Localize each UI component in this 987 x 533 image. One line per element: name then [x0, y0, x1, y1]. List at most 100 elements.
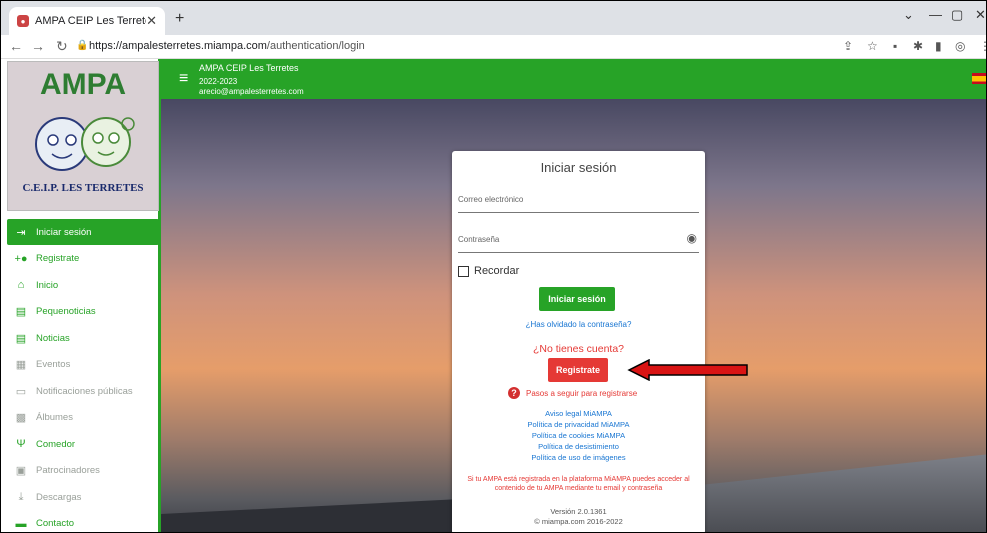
tab-bar: ● AMPA CEIP Les Terretes ✕ + ⌄ — ▢ ✕ — [1, 1, 986, 35]
sidebar-item-label: Pequenoticias — [36, 306, 96, 317]
minimize-icon[interactable]: — — [929, 7, 942, 22]
sidepanel-icon[interactable]: ▮ — [935, 39, 942, 53]
sidebar-item-registrate[interactable]: +● Registrate — [7, 246, 159, 272]
building-shape — [691, 454, 986, 532]
calendar-icon: ▦ — [15, 359, 27, 371]
copyright-text[interactable]: © miampa.com 2016-2022 — [452, 517, 705, 527]
reload-icon[interactable]: ↻ — [56, 38, 68, 55]
puzzle-icon[interactable]: ✱ — [913, 39, 923, 53]
sidebar-item-label: Registrate — [36, 253, 80, 264]
login-card: Iniciar sesión Correo electrónico Contra… — [452, 151, 705, 532]
sidebar-item-label: Álbumes — [36, 412, 73, 423]
platform-notice: Si tu AMPA está registrada en la platafo… — [467, 476, 690, 492]
news-icon: ▤ — [15, 332, 27, 345]
password-field[interactable]: Contraseña — [458, 231, 699, 253]
steps-link[interactable]: ? Pasos a seguir para registrarse — [508, 387, 637, 399]
steps-label: Pasos a seguir para registrarse — [526, 388, 638, 398]
header-title: AMPA CEIP Les Terretes — [199, 63, 299, 73]
new-tab-icon[interactable]: + — [175, 10, 184, 28]
forgot-password-link[interactable]: ¿Has olvidado la contraseña? — [452, 320, 705, 329]
sidebar-item-iniciar-sesion[interactable]: ⇥ Iniciar sesión — [7, 219, 159, 245]
checkbox-box[interactable] — [458, 265, 469, 277]
forward-icon[interactable]: → — [31, 38, 45, 54]
sidebar-item-label: Iniciar sesión — [36, 226, 92, 238]
header-year: 2022-2023 — [199, 77, 238, 86]
sidebar-menu: ⇥ Iniciar sesión +● Registrate ⌂ Inicio … — [7, 219, 159, 533]
sidebar-item-label: Descargas — [36, 491, 82, 503]
sidebar-item-notificaciones[interactable]: ▭ Notificaciones públicas — [7, 378, 159, 404]
sidebar-item-label: Eventos — [36, 359, 71, 370]
home-icon: ⌂ — [17, 279, 25, 291]
sidebar-item-label: Patrocinadores — [36, 465, 100, 476]
top-bar: ≡ AMPA CEIP Les Terretes 2022-2023 areci… — [161, 59, 986, 99]
url-path: /authentication/login — [266, 40, 365, 52]
person-add-icon: +● — [14, 252, 28, 265]
ampa-logo: AMPA C.E.I.P. LES TERRETES — [7, 61, 159, 211]
tab-title: AMPA CEIP Les Terretes — [35, 15, 147, 27]
close-window-icon[interactable]: ✕ — [975, 7, 986, 23]
logo-text: AMPA — [39, 68, 127, 101]
back-icon[interactable]: ← — [9, 38, 23, 54]
message-icon: ▭ — [15, 385, 27, 398]
address-bar: ← → ↻ 🔒 https://ampalesterretes.miampa.c… — [1, 35, 986, 59]
legal-links: Aviso legal MiAMPA Política de privacida… — [452, 408, 705, 463]
lock-icon[interactable]: 🔒 — [76, 40, 88, 51]
cutlery-icon: Ψ — [16, 438, 26, 450]
maximize-icon[interactable]: ▢ — [951, 7, 963, 23]
sidebar-item-contacto[interactable]: ▬ Contacto — [7, 511, 159, 533]
ground-shape — [161, 499, 461, 532]
chevron-down-icon[interactable]: ⌄ — [903, 7, 914, 23]
remember-label: Recordar — [474, 265, 520, 277]
sidebar-item-comedor[interactable]: Ψ Comedor — [7, 431, 159, 457]
favicon-icon: ● — [17, 15, 29, 27]
contact-icon: ▬ — [15, 517, 27, 530]
login-icon: ⇥ — [16, 226, 26, 239]
sidebar-item-descargas[interactable]: ⤓ Descargas — [7, 484, 159, 510]
url-field[interactable]: https://ampalesterretes.miampa.com/authe… — [89, 40, 365, 52]
browser-tab[interactable]: ● AMPA CEIP Les Terretes ✕ — [9, 7, 165, 35]
legal-link[interactable]: Política de desistimiento — [452, 441, 705, 452]
sidebar-item-eventos[interactable]: ▦ Eventos — [7, 352, 159, 378]
sidebar-item-noticias[interactable]: ▤ Noticias — [7, 325, 159, 351]
sidebar-item-label: Notificaciones públicas — [36, 385, 133, 397]
sidebar: AMPA C.E.I.P. LES TERRETES ⇥ Iniciar ses… — [1, 59, 161, 533]
url-host: https://ampalesterretes.miampa.com — [89, 40, 267, 52]
news-icon: ▤ — [15, 306, 27, 318]
email-field[interactable]: Correo electrónico — [458, 191, 699, 213]
download-icon: ⤓ — [18, 490, 24, 503]
hamburger-menu-icon[interactable]: ≡ — [179, 70, 188, 88]
remember-checkbox[interactable]: Recordar — [458, 265, 519, 277]
legal-link[interactable]: Aviso legal MiAMPA — [452, 408, 705, 419]
legal-link[interactable]: Política de uso de imágenes — [452, 452, 705, 463]
extension-icon[interactable]: ▪ — [893, 39, 897, 53]
sidebar-item-label: Inicio — [36, 279, 59, 291]
login-title: Iniciar sesión — [540, 160, 617, 175]
logo-subtitle: C.E.I.P. LES TERRETES — [22, 182, 144, 194]
legal-link[interactable]: Política de privacidad MiAMPA — [452, 419, 705, 430]
login-button[interactable]: Iniciar sesión — [539, 287, 615, 311]
red-arrow-annotation — [627, 359, 748, 381]
no-account-text: ¿No tienes cuenta? — [532, 343, 625, 355]
sidebar-item-label: Noticias — [36, 332, 70, 344]
browser-window: ● AMPA CEIP Les Terretes ✕ + ⌄ — ▢ ✕ ← →… — [0, 0, 987, 533]
sidebar-item-label: Comedor — [36, 438, 76, 450]
version-info: Versión 2.0.1361 © miampa.com 2016-2022 — [452, 507, 705, 527]
share-icon[interactable]: ⇪ — [843, 39, 853, 53]
eye-icon[interactable]: ◉ — [687, 231, 697, 245]
sidebar-item-albumes[interactable]: ▩ Álbumes — [7, 405, 159, 431]
sidebar-item-label: Contacto — [36, 518, 75, 529]
close-tab-icon[interactable]: ✕ — [146, 13, 157, 29]
version-text: Versión 2.0.1361 — [550, 507, 607, 516]
legal-link[interactable]: Política de cookies MiAMPA — [452, 430, 705, 441]
sidebar-item-patrocinadores[interactable]: ▣ Patrocinadores — [7, 458, 159, 484]
image-icon: ▩ — [15, 412, 27, 424]
register-button[interactable]: Registrate — [548, 358, 608, 382]
store-icon: ▣ — [15, 465, 27, 477]
help-icon: ? — [508, 387, 520, 399]
spain-flag-icon[interactable] — [972, 73, 986, 84]
star-icon[interactable]: ☆ — [867, 39, 878, 53]
menu-icon[interactable]: ⋮ — [979, 39, 986, 53]
sidebar-item-inicio[interactable]: ⌂ Inicio — [7, 272, 159, 298]
sidebar-item-pequenoticias[interactable]: ▤ Pequenoticias — [7, 299, 159, 325]
profile-icon[interactable]: ◎ — [955, 39, 965, 53]
